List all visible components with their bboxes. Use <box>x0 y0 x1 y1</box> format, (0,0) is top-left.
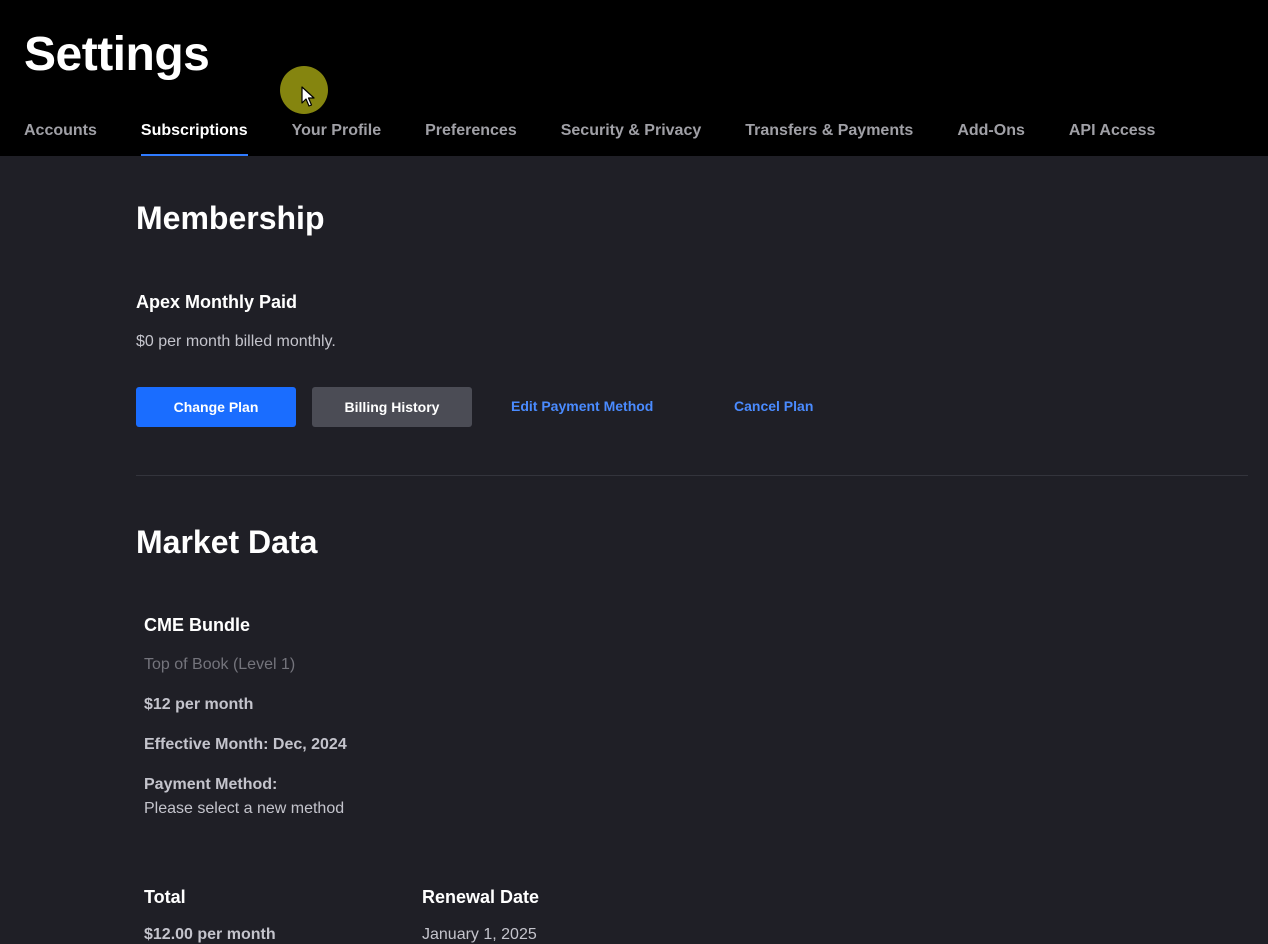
market-data-price: $12 per month <box>144 696 254 713</box>
tab-accounts[interactable]: Accounts <box>24 120 97 156</box>
settings-header: Settings Accounts Subscriptions Your Pro… <box>0 0 1268 156</box>
tab-preferences[interactable]: Preferences <box>425 120 517 156</box>
market-data-level: Top of Book (Level 1) <box>144 656 296 673</box>
tab-your-profile[interactable]: Your Profile <box>292 120 382 156</box>
change-plan-button[interactable]: Change Plan <box>136 387 296 427</box>
tab-transfers-payments[interactable]: Transfers & Payments <box>745 120 913 156</box>
renewal-date-label: Renewal Date <box>422 887 540 907</box>
market-data-item-name: CME Bundle <box>144 615 250 635</box>
market-data-effective-month: Effective Month: Dec, 2024 <box>144 736 347 753</box>
payment-method-value: Please select a new method <box>144 800 345 817</box>
edit-payment-method-link[interactable]: Edit Payment Method <box>511 398 653 414</box>
page-title: Settings <box>24 28 210 81</box>
tab-subscriptions[interactable]: Subscriptions <box>140 120 248 156</box>
total-label: Total <box>144 887 186 907</box>
tab-security-privacy[interactable]: Security & Privacy <box>561 120 702 156</box>
mouse-pointer-icon <box>301 86 315 107</box>
cancel-plan-link[interactable]: Cancel Plan <box>734 398 813 414</box>
plan-description: $0 per month billed monthly. <box>136 333 336 350</box>
payment-method-label: Payment Method: <box>144 776 278 793</box>
market-data-section-title: Market Data <box>136 524 318 560</box>
billing-history-button[interactable]: Billing History <box>312 387 472 427</box>
membership-section-title: Membership <box>136 200 325 236</box>
tab-add-ons[interactable]: Add-Ons <box>957 120 1025 156</box>
section-divider <box>136 475 1248 476</box>
tab-api-access[interactable]: API Access <box>1069 120 1156 156</box>
settings-tabs: Accounts Subscriptions Your Profile Pref… <box>24 120 1199 156</box>
renewal-date-value: January 1, 2025 <box>422 926 537 943</box>
plan-name: Apex Monthly Paid <box>136 292 298 312</box>
subscriptions-content: Membership Apex Monthly Paid $0 per mont… <box>0 156 1268 943</box>
total-value: $12.00 per month <box>144 926 276 943</box>
